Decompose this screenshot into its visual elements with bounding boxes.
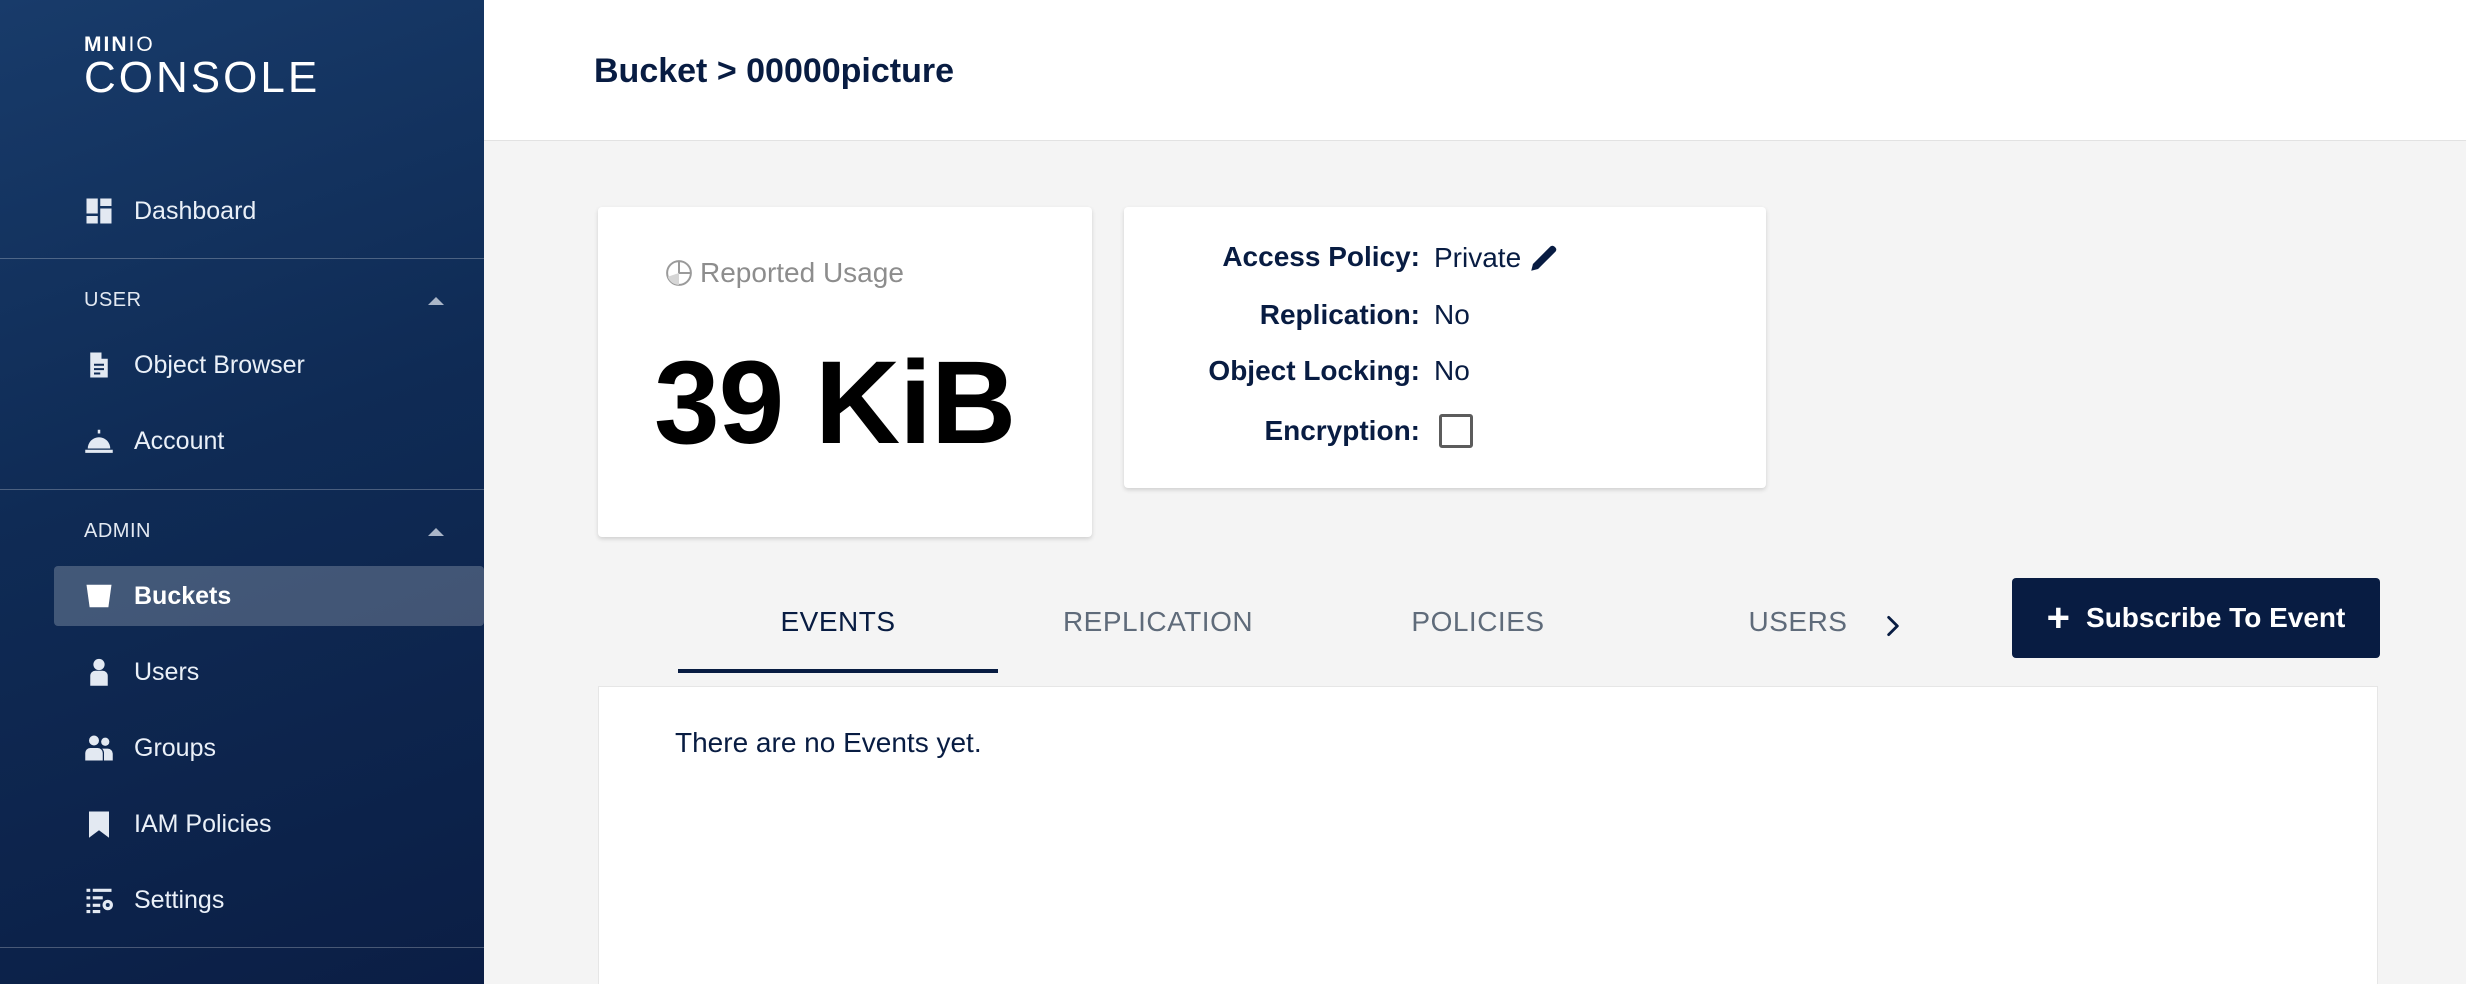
usage-value: 39 KiB: [654, 337, 1016, 469]
pie-chart-icon: [666, 260, 692, 286]
sidebar-item-label: Groups: [134, 733, 216, 762]
sidebar-item-object-browser[interactable]: Object Browser: [84, 343, 305, 387]
reported-usage-card: Reported Usage 39 KiB: [598, 207, 1092, 537]
sidebar: MINIO CONSOLE Dashboard USER Object Brow…: [0, 0, 484, 984]
sidebar-divider: [0, 489, 484, 490]
minio-console-logo[interactable]: MINIO CONSOLE: [84, 34, 320, 100]
sidebar-item-label: Dashboard: [134, 196, 257, 225]
tab-events[interactable]: EVENTS: [678, 606, 998, 646]
section-label-user: USER: [84, 289, 142, 311]
object-locking-row: Object Locking: No: [1124, 355, 1766, 395]
sidebar-item-label: Account: [134, 426, 225, 455]
sidebar-divider: [0, 947, 484, 948]
sidebar-item-settings[interactable]: Settings: [84, 878, 224, 922]
service-bell-icon: [84, 426, 114, 456]
sidebar-item-label: Settings: [134, 885, 225, 914]
tab-replication[interactable]: REPLICATION: [998, 606, 1318, 646]
tab-scroll-right-button[interactable]: [1878, 606, 1908, 646]
events-panel: There are no Events yet.: [598, 686, 2378, 984]
dashboard-icon: [84, 196, 114, 226]
sidebar-item-label: Object Browser: [134, 350, 305, 379]
bucket-info-card: Access Policy: Private Replication: No O…: [1124, 207, 1766, 488]
sidebar-item-iam-policies[interactable]: IAM Policies: [84, 802, 272, 846]
sidebar-item-label: Buckets: [134, 581, 232, 610]
access-policy-label: Access Policy:: [1222, 241, 1420, 272]
user-icon: [84, 657, 114, 687]
encryption-checkbox[interactable]: [1439, 414, 1473, 448]
groups-icon: [84, 733, 114, 763]
collapse-user-icon[interactable]: [428, 297, 444, 305]
sidebar-item-account[interactable]: Account: [84, 419, 224, 463]
edit-pencil-icon[interactable]: [1527, 241, 1561, 275]
tab-users[interactable]: USERS: [1638, 606, 1958, 646]
sidebar-item-label: Users: [134, 657, 200, 686]
access-policy-row: Access Policy: Private: [1124, 241, 1766, 281]
encryption-row: Encryption:: [1124, 414, 1766, 455]
sidebar-item-label: IAM Policies: [134, 809, 272, 838]
replication-label: Replication:: [1259, 299, 1420, 330]
encryption-label: Encryption:: [1264, 415, 1420, 446]
reported-usage-label: Reported Usage: [664, 257, 904, 289]
sidebar-item-buckets[interactable]: Buckets: [84, 574, 231, 618]
plus-icon: +: [2046, 596, 2071, 640]
bucket-icon: [84, 581, 114, 611]
settings-icon: [84, 885, 114, 915]
access-policy-value: Private: [1434, 242, 1522, 273]
object-locking-value: No: [1434, 355, 1470, 386]
subscribe-to-event-button[interactable]: + Subscribe To Event: [2012, 578, 2380, 658]
tab-policies[interactable]: POLICIES: [1318, 606, 1638, 646]
sidebar-item-users[interactable]: Users: [84, 650, 199, 694]
replication-row: Replication: No: [1124, 299, 1766, 339]
events-empty-message: There are no Events yet.: [675, 727, 982, 758]
bookmark-icon: [84, 809, 114, 839]
section-label-admin: ADMIN: [84, 520, 151, 542]
page-header: Bucket > 00000picture: [484, 0, 2466, 141]
collapse-admin-icon[interactable]: [428, 528, 444, 536]
sidebar-item-groups[interactable]: Groups: [84, 726, 216, 770]
chevron-right-icon: [1887, 615, 1899, 637]
page-title: Bucket > 00000picture: [594, 52, 955, 90]
subscribe-button-label: Subscribe To Event: [2086, 602, 2346, 633]
logo-console: CONSOLE: [84, 53, 321, 102]
replication-value: No: [1434, 299, 1470, 330]
object-locking-label: Object Locking:: [1208, 355, 1420, 386]
sidebar-item-dashboard[interactable]: Dashboard: [84, 189, 256, 233]
active-tab-indicator: [678, 669, 998, 673]
sidebar-divider: [0, 258, 484, 259]
document-icon: [84, 350, 114, 380]
usage-label-text: Reported Usage: [700, 257, 904, 288]
